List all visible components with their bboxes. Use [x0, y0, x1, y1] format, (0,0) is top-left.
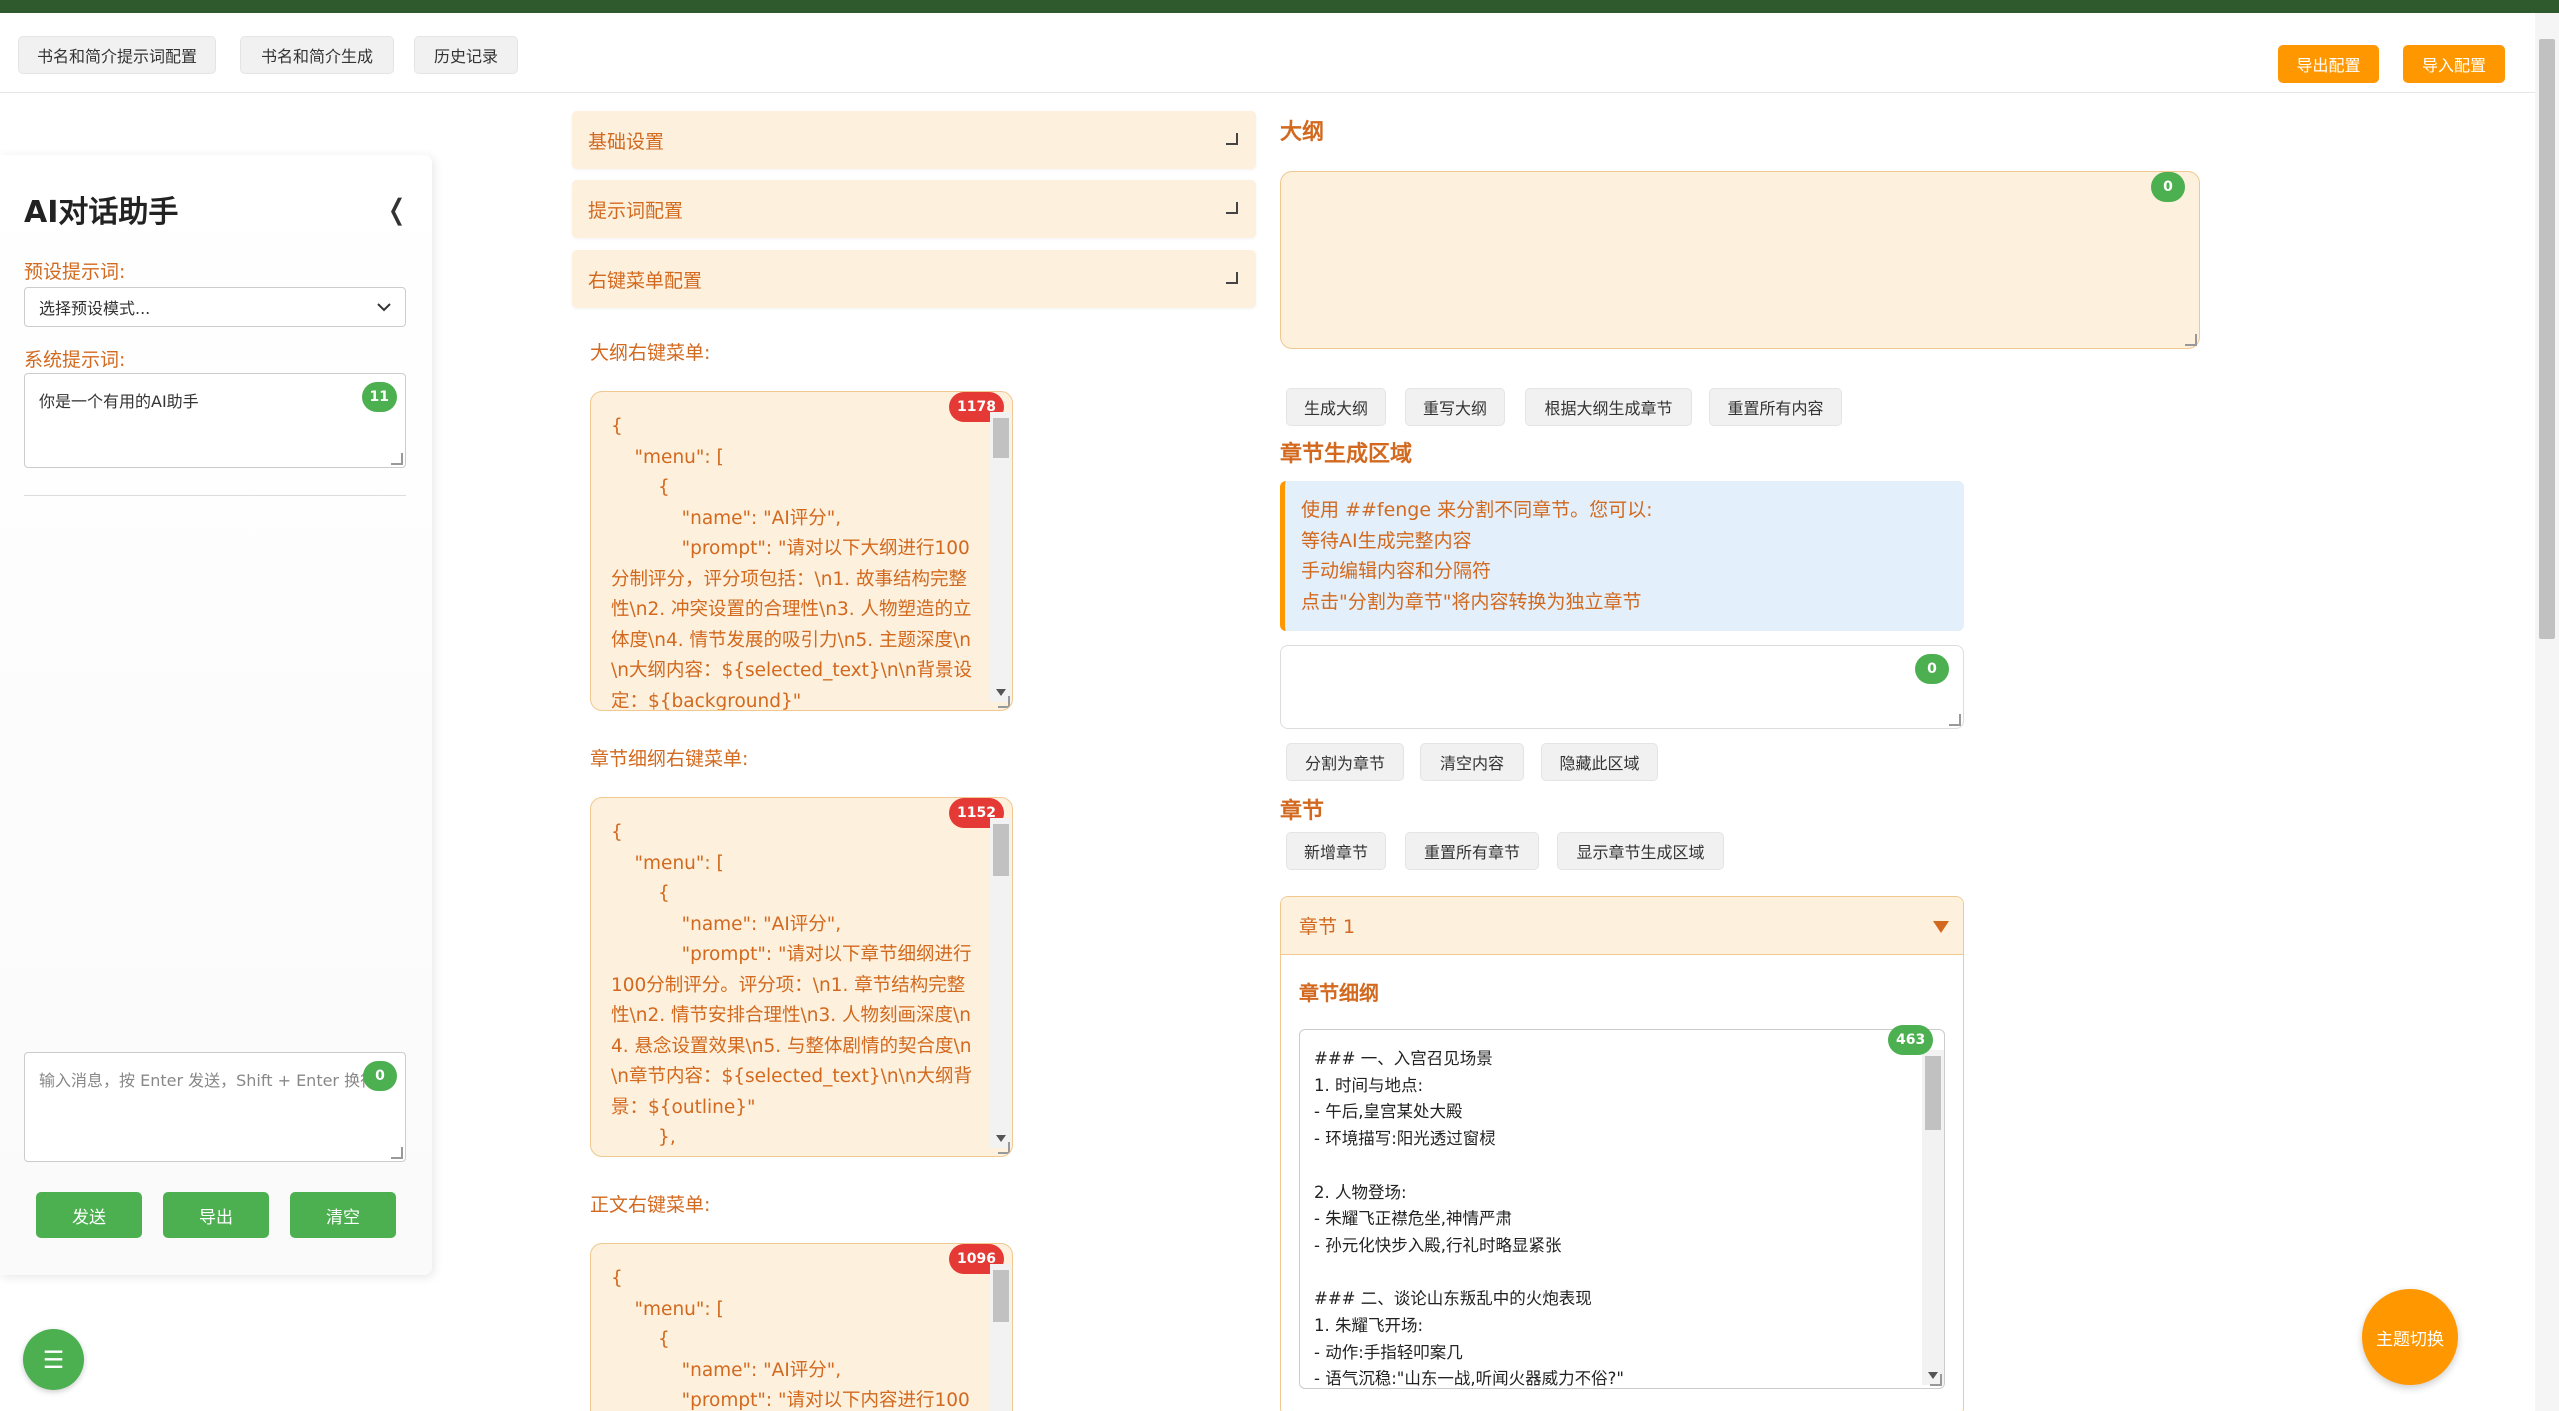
expand-corner-icon [1226, 133, 1238, 145]
show-chapter-gen-button[interactable]: 显示章节生成区域 [1557, 832, 1724, 870]
outline-count-badge: 0 [2151, 172, 2185, 202]
chevron-down-icon [377, 303, 391, 312]
split-to-chapters-button[interactable]: 分割为章节 [1286, 743, 1404, 781]
page-scrollbar[interactable] [2535, 13, 2559, 1411]
menu-icon[interactable]: ☰ [23, 1329, 84, 1390]
preset-select[interactable]: 选择预设模式... [24, 287, 406, 327]
chapter-outline-menu-json: { "menu": [ { "name": "AI评分", "prompt": … [611, 822, 973, 1148]
chapter-outline-menu-editor[interactable]: 1152 { "menu": [ { "name": "AI评分", "prom… [590, 797, 1013, 1157]
generate-outline-button[interactable]: 生成大纲 [1286, 388, 1386, 426]
chapter-gen-textarea[interactable]: 0 [1280, 645, 1964, 729]
body-menu-json: { "menu": [ { "name": "AI评分", "prompt": … [611, 1268, 970, 1411]
info-line: 使用 ##fenge 来分割不同章节。您可以: [1301, 499, 1653, 521]
collapse-arrow-icon[interactable] [1933, 921, 1949, 933]
chapter-gen-count-badge: 0 [1915, 654, 1949, 684]
ai-assistant-title: AI对话助手 [24, 195, 179, 230]
preset-label: 预设提示词: [24, 261, 126, 283]
message-placeholder: 输入消息，按 Enter 发送，Shift + Enter 换行 [39, 1071, 377, 1090]
accordion-basic-settings[interactable]: 基础设置 [572, 111, 1256, 169]
message-count-badge: 0 [363, 1061, 397, 1091]
generate-chapters-from-outline-button[interactable]: 根据大纲生成章节 [1525, 388, 1692, 426]
chapter-title: 章节 1 [1299, 916, 1356, 938]
chapter-detail-scrollbar[interactable] [1922, 1050, 1944, 1385]
hide-area-button[interactable]: 隐藏此区域 [1541, 743, 1658, 781]
accordion-context-menu-config[interactable]: 右键菜单配置 [572, 250, 1256, 308]
system-prompt-label: 系统提示词: [24, 349, 126, 371]
collapse-icon[interactable]: ❬ [385, 193, 408, 226]
outline-title: 大纲 [1280, 120, 1325, 145]
send-button[interactable]: 发送 [36, 1192, 142, 1238]
system-prompt-value: 你是一个有用的AI助手 [39, 392, 199, 411]
chapter-header[interactable]: 章节 1 [1281, 897, 1963, 955]
reset-all-content-button[interactable]: 重置所有内容 [1709, 388, 1842, 426]
info-line: 点击"分割为章节"将内容转换为独立章节 [1301, 590, 1642, 613]
preset-selected-value: 选择预设模式... [39, 299, 151, 318]
tab-history[interactable]: 历史记录 [414, 36, 518, 74]
resize-handle-icon[interactable] [391, 453, 403, 465]
outline-menu-label: 大纲右键菜单: [590, 342, 711, 364]
clear-content-button[interactable]: 清空内容 [1420, 743, 1524, 781]
body-menu-editor[interactable]: 1096 { "menu": [ { "name": "AI评分", "prom… [590, 1243, 1013, 1411]
info-line: 手动编辑内容和分隔符 [1301, 560, 1492, 582]
resize-handle-icon[interactable] [998, 696, 1010, 708]
resize-handle-icon[interactable] [998, 1142, 1010, 1154]
outline-menu-json: { "menu": [ { "name": "AI评分", "prompt": … [611, 416, 973, 711]
resize-handle-icon[interactable] [391, 1147, 403, 1159]
resize-handle-icon[interactable] [1930, 1374, 1942, 1386]
accordion-prompt-config-label: 提示词配置 [588, 199, 684, 222]
divider [24, 495, 406, 496]
chapter-outline-menu-label: 章节细纲右键菜单: [590, 748, 749, 770]
clear-chat-button[interactable]: 清空 [290, 1192, 396, 1238]
outline-menu-scrollbar[interactable] [990, 412, 1012, 702]
export-chat-button[interactable]: 导出 [163, 1192, 269, 1238]
theme-toggle-button[interactable]: 主题切换 [2362, 1289, 2458, 1385]
rewrite-outline-button[interactable]: 重写大纲 [1405, 388, 1505, 426]
chapters-title: 章节 [1280, 799, 1325, 824]
ai-assistant-panel: AI对话助手 ❬ 预设提示词: 选择预设模式... 系统提示词: 你是一个有用的… [0, 155, 432, 1275]
chapter-gen-title: 章节生成区域 [1280, 442, 1413, 467]
chapter-gen-info: 使用 ##fenge 来分割不同章节。您可以: 等待AI生成完整内容 手动编辑内… [1280, 481, 1964, 631]
resize-handle-icon[interactable] [2185, 334, 2197, 346]
message-input[interactable]: 输入消息，按 Enter 发送，Shift + Enter 换行 0 [24, 1052, 406, 1162]
system-prompt-input[interactable]: 你是一个有用的AI助手 11 [24, 373, 406, 468]
import-config-button[interactable]: 导入配置 [2403, 45, 2505, 83]
add-chapter-button[interactable]: 新增章节 [1286, 832, 1386, 870]
accordion-basic-settings-label: 基础设置 [588, 130, 665, 153]
body-menu-scrollbar[interactable] [990, 1264, 1012, 1411]
outline-textarea[interactable]: 0 [1280, 171, 2200, 349]
expand-corner-icon [1226, 202, 1238, 214]
chapter-detail-count-badge: 463 [1888, 1025, 1934, 1055]
chapter-detail-textarea[interactable]: ### 一、入宫召见场景 1. 时间与地点: - 午后,皇宫某处大殿 - 环境描… [1299, 1029, 1945, 1389]
tab-title-generate[interactable]: 书名和简介生成 [240, 36, 394, 74]
body-menu-label: 正文右键菜单: [590, 1194, 711, 1216]
accordion-prompt-config[interactable]: 提示词配置 [572, 180, 1256, 238]
chapter-card: 章节 1 章节细纲 ### 一、入宫召见场景 1. 时间与地点: - 午后,皇宫… [1280, 896, 1964, 1411]
chapter-detail-label: 章节细纲 [1299, 981, 1379, 1005]
chapter-outline-menu-scrollbar[interactable] [990, 818, 1012, 1148]
resize-handle-icon[interactable] [1949, 714, 1961, 726]
top-nav: 书名和简介提示词配置 书名和简介生成 历史记录 导出配置 导入配置 [0, 13, 2535, 93]
chapter-detail-text: ### 一、入宫召见场景 1. 时间与地点: - 午后,皇宫某处大殿 - 环境描… [1314, 1049, 1624, 1389]
system-prompt-count-badge: 11 [361, 382, 397, 412]
info-line: 等待AI生成完整内容 [1301, 529, 1472, 552]
accordion-context-menu-config-label: 右键菜单配置 [588, 269, 703, 292]
top-strip [0, 0, 2559, 13]
outline-menu-editor[interactable]: 1178 { "menu": [ { "name": "AI评分", "prom… [590, 391, 1013, 711]
expand-corner-icon [1226, 272, 1238, 284]
scroll-down-icon[interactable] [996, 1135, 1006, 1142]
scroll-down-icon[interactable] [996, 689, 1006, 696]
export-config-button[interactable]: 导出配置 [2278, 45, 2379, 83]
reset-chapters-button[interactable]: 重置所有章节 [1405, 832, 1539, 870]
tab-title-prompt-config[interactable]: 书名和简介提示词配置 [18, 36, 216, 74]
